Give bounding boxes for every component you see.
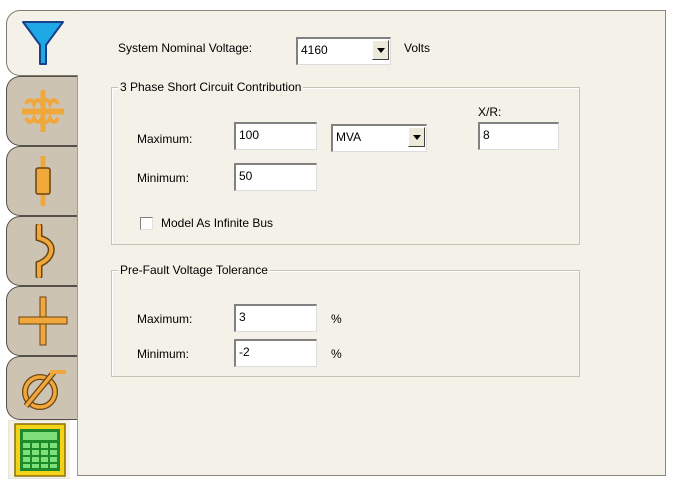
settings-panel: System Nominal Voltage: 4160 Volts 3 Pha…	[77, 10, 666, 476]
sc-minimum-label: Minimum:	[137, 171, 190, 185]
sc-unit-value: MVA	[336, 130, 362, 144]
transformer-icon	[18, 88, 68, 134]
prefault-group: Pre-Fault Voltage Tolerance Maximum: 3 %…	[111, 263, 580, 377]
sc-unit-combo[interactable]: MVA	[331, 124, 427, 152]
tab-fuse[interactable]	[6, 146, 78, 216]
bus-icon	[17, 295, 69, 347]
short-circuit-title: 3 Phase Short Circuit Contribution	[118, 80, 304, 94]
tab-motor[interactable]	[6, 356, 78, 420]
tab-calculator[interactable]	[8, 420, 70, 479]
xr-input[interactable]: 8	[478, 122, 559, 150]
prefault-title: Pre-Fault Voltage Tolerance	[118, 263, 270, 277]
pf-minimum-value: -2	[239, 345, 250, 359]
system-voltage-unit: Volts	[404, 41, 431, 55]
pf-minimum-label: Minimum:	[137, 347, 190, 361]
sc-minimum-value: 50	[239, 169, 253, 183]
sc-maximum-label: Maximum:	[137, 132, 193, 146]
infinite-bus-checkbox[interactable]	[140, 217, 153, 230]
pf-maximum-label: Maximum:	[137, 312, 193, 326]
chevron-down-icon[interactable]	[372, 40, 389, 60]
calculator-icon	[13, 422, 66, 477]
motor-icon	[18, 364, 68, 412]
chevron-down-icon[interactable]	[408, 127, 425, 147]
tab-transformer[interactable]	[6, 76, 78, 146]
system-voltage-combo[interactable]: 4160	[296, 37, 391, 65]
pf-maximum-input[interactable]: 3	[234, 304, 317, 332]
pf-maximum-unit: %	[331, 312, 342, 326]
tab-filter[interactable]	[6, 10, 78, 76]
pf-minimum-input[interactable]: -2	[234, 339, 317, 367]
system-voltage-label: System Nominal Voltage:	[118, 41, 253, 55]
pf-maximum-value: 3	[239, 310, 246, 324]
system-voltage-value: 4160	[301, 43, 328, 57]
xr-label: X/R:	[478, 105, 502, 119]
tab-bus[interactable]	[6, 286, 78, 356]
filter-icon	[20, 19, 66, 67]
pf-minimum-unit: %	[331, 347, 342, 361]
fuse-icon	[23, 154, 63, 208]
short-circuit-group: 3 Phase Short Circuit Contribution Maxim…	[111, 80, 580, 245]
tab-cable[interactable]	[6, 216, 78, 286]
cable-icon	[23, 224, 63, 278]
sc-minimum-input[interactable]: 50	[234, 163, 317, 191]
xr-value: 8	[483, 128, 490, 142]
sc-maximum-input[interactable]: 100	[234, 122, 317, 150]
infinite-bus-label[interactable]: Model As Infinite Bus	[161, 216, 273, 230]
sc-maximum-value: 100	[239, 128, 260, 142]
